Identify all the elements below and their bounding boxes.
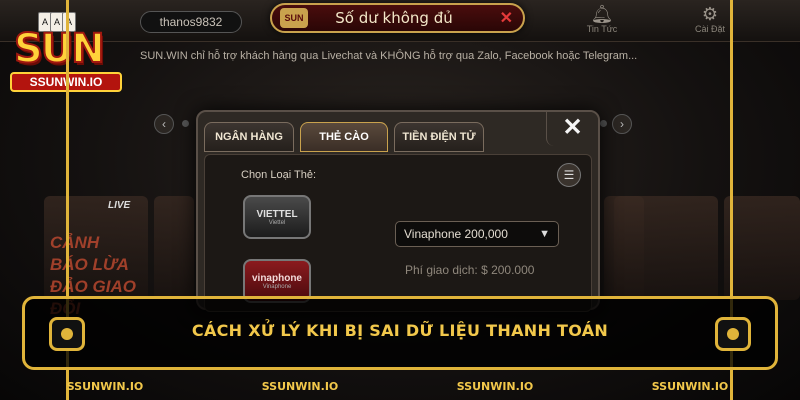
pager-dot[interactable] [600,120,607,127]
footer-site-tag: SSUNWIN.IO [456,380,534,393]
tab-bank[interactable]: NGÂN HÀNG [204,122,294,152]
settings-button[interactable]: ⚙ Cài Đặt [690,4,730,34]
footer-site-tag: SSUNWIN.IO [66,380,144,393]
chevron-left-icon[interactable]: ‹ [154,114,174,134]
username-display: thanos9832 [140,11,242,33]
settings-label: Cài Đặt [694,24,725,34]
fee-value: $ 200.000 [481,263,535,277]
game-tile[interactable] [614,196,718,300]
carrier-sub: Vinaphone [262,284,292,290]
close-icon: ✕ [562,114,583,141]
carrier-name: VIETTEL [256,209,298,220]
balance-message: Số dư không đủ [335,9,453,27]
chevron-right-icon[interactable]: › [612,114,632,134]
history-icon[interactable]: ☰ [557,163,581,187]
card-type-label: Chọn Loại Thẻ: [241,169,317,181]
tab-card[interactable]: THẺ CÀO [300,122,388,152]
card-value-select[interactable]: Vinaphone 200,000 ▼ [395,221,559,247]
gear-icon: ⚙ [701,4,719,24]
fee-label: Phí giao dịch: [405,263,478,277]
news-button[interactable]: 🔔︎ Tin Tức [582,4,622,34]
card-form: Chọn Loại Thẻ: ☰ VIETTEL Viettel vinapho… [204,154,592,312]
game-tile[interactable] [154,196,194,300]
bell-icon: 🔔︎ [590,4,614,24]
support-notice: SUN.WIN chỉ hỗ trợ khách hàng qua Livech… [140,50,638,62]
selected-card-value: Vinaphone 200,000 [404,227,508,241]
sun-logo-icon: SUN [280,8,308,28]
carrier-name: vinaphone [251,273,302,284]
deposit-modal: NGÂN HÀNG THẺ CÀO TIỀN ĐIỆN TỬ ✕ Chọn Lo… [196,110,600,312]
banner-knob-right [715,317,751,351]
fee-row: Phí giao dịch: $ 200.000 [405,263,534,277]
news-label: Tin Tức [586,24,618,34]
footer-site-tag: SSUNWIN.IO [261,380,339,393]
live-tag: LIVE [108,200,131,211]
logo-brand: SUN [13,25,106,73]
close-button[interactable]: ✕ [546,112,598,146]
carrier-sub: Viettel [268,220,286,226]
title-banner: CÁCH XỬ LÝ KHI BỊ SAI DỮ LIỆU THANH TOÁN [22,296,778,370]
footer-site-tag: SSUNWIN.IO [651,380,729,393]
chevron-down-icon: ▼ [539,228,550,240]
tab-crypto[interactable]: TIỀN ĐIỆN TỬ [394,122,484,152]
balance-warning[interactable]: SUN Số dư không đủ ✕ [270,3,525,33]
x-icon[interactable]: ✕ [500,8,513,28]
carrier-viettel-button[interactable]: VIETTEL Viettel [243,195,311,239]
banner-title: CÁCH XỬ LÝ KHI BỊ SAI DỮ LIỆU THANH TOÁN [191,321,609,340]
game-tile[interactable] [724,196,800,300]
pager-dot[interactable] [182,120,189,127]
